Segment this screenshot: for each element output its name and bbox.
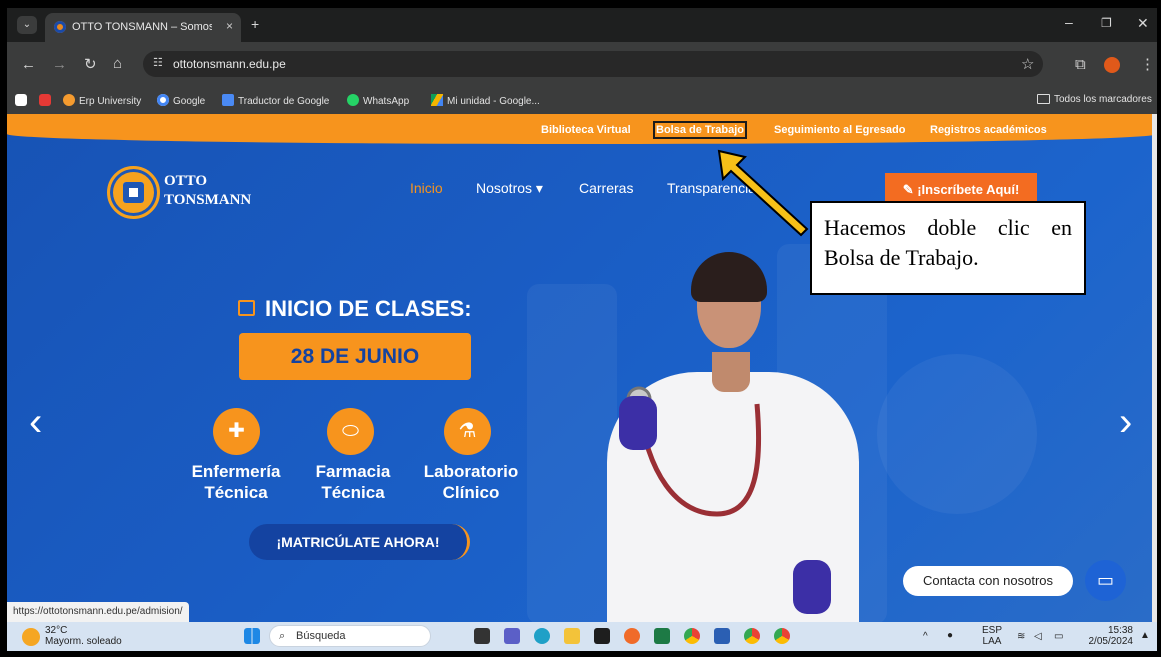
chevron-up-icon[interactable]: ^ [923,631,928,642]
edit-icon: ✎ [902,182,918,197]
link-seguimiento-egresado[interactable]: Seguimiento al Egresado [774,124,905,136]
close-window-icon[interactable]: ✕ [1137,15,1149,32]
tab-search-icon[interactable]: ⌄ [17,16,37,34]
extensions-icon[interactable]: ⧉ [1075,57,1086,72]
language-indicator[interactable]: ESP LAA [982,625,1002,647]
folder-icon [1037,94,1050,104]
chrome-profile-icon[interactable] [744,628,760,644]
menu-icon[interactable]: ⋮ [1140,57,1155,72]
whatsapp-icon [347,94,359,106]
dropbox-icon[interactable] [594,628,610,644]
logo-text[interactable]: OTTO TONSMANN [164,172,251,210]
chrome-profile2-icon[interactable] [774,628,790,644]
notification-bell-icon[interactable]: ▲ [1140,630,1150,641]
enroll-button[interactable]: ¡MATRICÚLATE AHORA! [249,524,470,560]
chat-icon[interactable]: ▭ [1085,560,1126,601]
link-biblioteca-virtual[interactable]: Biblioteca Virtual [541,124,631,136]
home-icon[interactable]: ⌂ [113,56,122,71]
taskbar: 32°C Mayorm. soleado ⌕ Búsqueda ^ ● ESP … [7,622,1157,651]
bookmark-google[interactable]: Google [157,94,205,107]
bookmark-star-icon[interactable]: ☆ [1021,57,1034,72]
volume-icon[interactable]: ◁ [1034,631,1042,642]
taskview-icon[interactable] [474,628,490,644]
tray-app-icon[interactable]: ● [947,630,953,641]
word-icon[interactable] [714,628,730,644]
program-laboratorio[interactable]: Laboratorio Clínico [411,461,531,503]
browser-tab[interactable]: OTTO TONSMANN – Somos Pio × [45,13,241,42]
status-url: https://ottotonsmann.edu.pe/admision/ [7,602,189,622]
excel-icon[interactable] [654,628,670,644]
erp-icon [63,94,75,106]
tab-title: OTTO TONSMANN – Somos Pio [72,21,212,33]
forward-icon[interactable]: → [52,57,67,72]
hero-title: INICIO DE CLASES: [265,296,472,321]
explorer-icon[interactable] [564,628,580,644]
new-tab-icon[interactable]: + [251,16,259,32]
pills-icon[interactable]: ⬭ [327,408,374,455]
link-bolsa-de-trabajo[interactable]: Bolsa de Trabajo [652,121,748,139]
site-info-icon[interactable]: ☷ [153,56,163,69]
toolbar: ← → ↻ ⌂ ☷ ottotonsmann.edu.pe ☆ ⧉ ⋮ [7,42,1157,88]
weather-widget[interactable]: 32°C Mayorm. soleado [45,625,122,647]
address-bar[interactable]: ☷ ottotonsmann.edu.pe [143,51,1043,77]
taskbar-search[interactable]: ⌕ Búsqueda [269,625,431,647]
glove-left [619,396,657,450]
minimize-icon[interactable]: – [1065,14,1073,30]
back-icon[interactable]: ← [21,57,36,72]
weather-icon[interactable] [22,628,40,646]
profile-avatar[interactable] [1104,57,1120,73]
background-shape [527,284,617,622]
url-text: ottotonsmann.edu.pe [173,57,286,71]
firefox-icon[interactable] [624,628,640,644]
nav-inicio[interactable]: Inicio [410,180,443,196]
bookmark-drive[interactable]: Mi unidad - Google... [431,94,540,107]
teams-icon[interactable] [504,628,520,644]
bookmark-erp[interactable]: Erp University [63,94,141,107]
carousel-next-icon[interactable]: › [1119,402,1132,442]
chrome-icon[interactable] [684,628,700,644]
logo-seal-icon[interactable] [107,166,160,219]
restore-icon[interactable]: ❐ [1101,16,1112,30]
bookmark-m-icon[interactable] [15,94,31,107]
scrollbar[interactable] [1152,114,1157,622]
calendar-icon [238,300,255,316]
bookmark-translate[interactable]: Traductor de Google [222,94,329,107]
nav-nosotros[interactable]: Nosotros ▾ [476,180,543,197]
site-favicon-icon [54,21,66,33]
program-farmacia[interactable]: Farmacia Técnica [293,461,413,503]
microscope-icon[interactable]: ⚗ [444,408,491,455]
chat-label[interactable]: Contacta con nosotros [903,566,1073,596]
program-enfermeria[interactable]: Enfermería Técnica [176,461,296,503]
nurse-hair [691,252,767,302]
bookmarks-bar: Erp University Google Traductor de Googl… [7,88,1157,114]
website: Biblioteca Virtual Bolsa de Trabajo Segu… [7,114,1157,622]
windows-start-icon[interactable] [244,628,260,644]
edge-icon[interactable] [534,628,550,644]
battery-icon[interactable]: ▭ [1054,631,1063,642]
background-shape [877,354,1037,514]
hero-date: 28 DE JUNIO [239,333,471,380]
drive-icon [431,94,443,106]
bookmark-youtube-icon[interactable] [39,94,55,107]
all-bookmarks[interactable]: Todos los marcadores [1037,94,1152,105]
search-icon: ⌕ [279,630,286,642]
translate-icon [222,94,234,106]
carousel-prev-icon[interactable]: ‹ [29,402,42,442]
tab-strip: ⌄ OTTO TONSMANN – Somos Pio × + – ❐ ✕ [7,8,1157,42]
annotation-callout: Hacemos doble clic en Bolsa de Trabajo. [810,201,1086,295]
glove-right [793,560,831,614]
link-registros-academicos[interactable]: Registros académicos [930,124,1047,136]
nav-carreras[interactable]: Carreras [579,180,633,196]
clock[interactable]: 15:38 2/05/2024 [1083,625,1134,647]
annotation-arrow-icon [717,149,809,237]
nurse-cap-icon[interactable]: ✚ [213,408,260,455]
reload-icon[interactable]: ↻ [84,57,97,72]
close-tab-icon[interactable]: × [226,19,233,33]
wifi-icon[interactable]: ≋ [1017,631,1025,642]
screen: ⌄ OTTO TONSMANN – Somos Pio × + – ❐ ✕ ← … [7,8,1157,651]
google-icon [157,94,169,106]
bookmark-whatsapp[interactable]: WhatsApp [347,94,409,107]
